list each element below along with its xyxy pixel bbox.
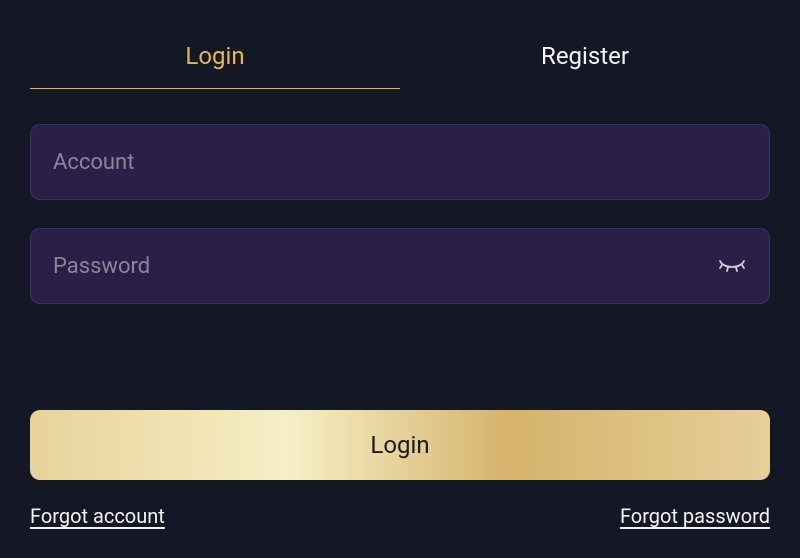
account-input-wrapper bbox=[30, 124, 770, 200]
password-input-wrapper bbox=[30, 228, 770, 304]
tab-login[interactable]: Login bbox=[30, 30, 400, 89]
password-input[interactable] bbox=[30, 228, 770, 304]
auth-tabs: Login Register bbox=[30, 30, 770, 89]
account-input[interactable] bbox=[30, 124, 770, 200]
tab-register[interactable]: Register bbox=[400, 30, 770, 89]
login-button[interactable]: Login bbox=[30, 410, 770, 480]
toggle-password-visibility-icon[interactable] bbox=[716, 254, 748, 278]
login-panel: Login Register Login Forgot account Forg… bbox=[0, 0, 800, 558]
forgot-account-link[interactable]: Forgot account bbox=[30, 504, 165, 528]
forgot-password-link[interactable]: Forgot password bbox=[620, 504, 770, 528]
help-links-row: Forgot account Forgot password bbox=[30, 504, 770, 528]
